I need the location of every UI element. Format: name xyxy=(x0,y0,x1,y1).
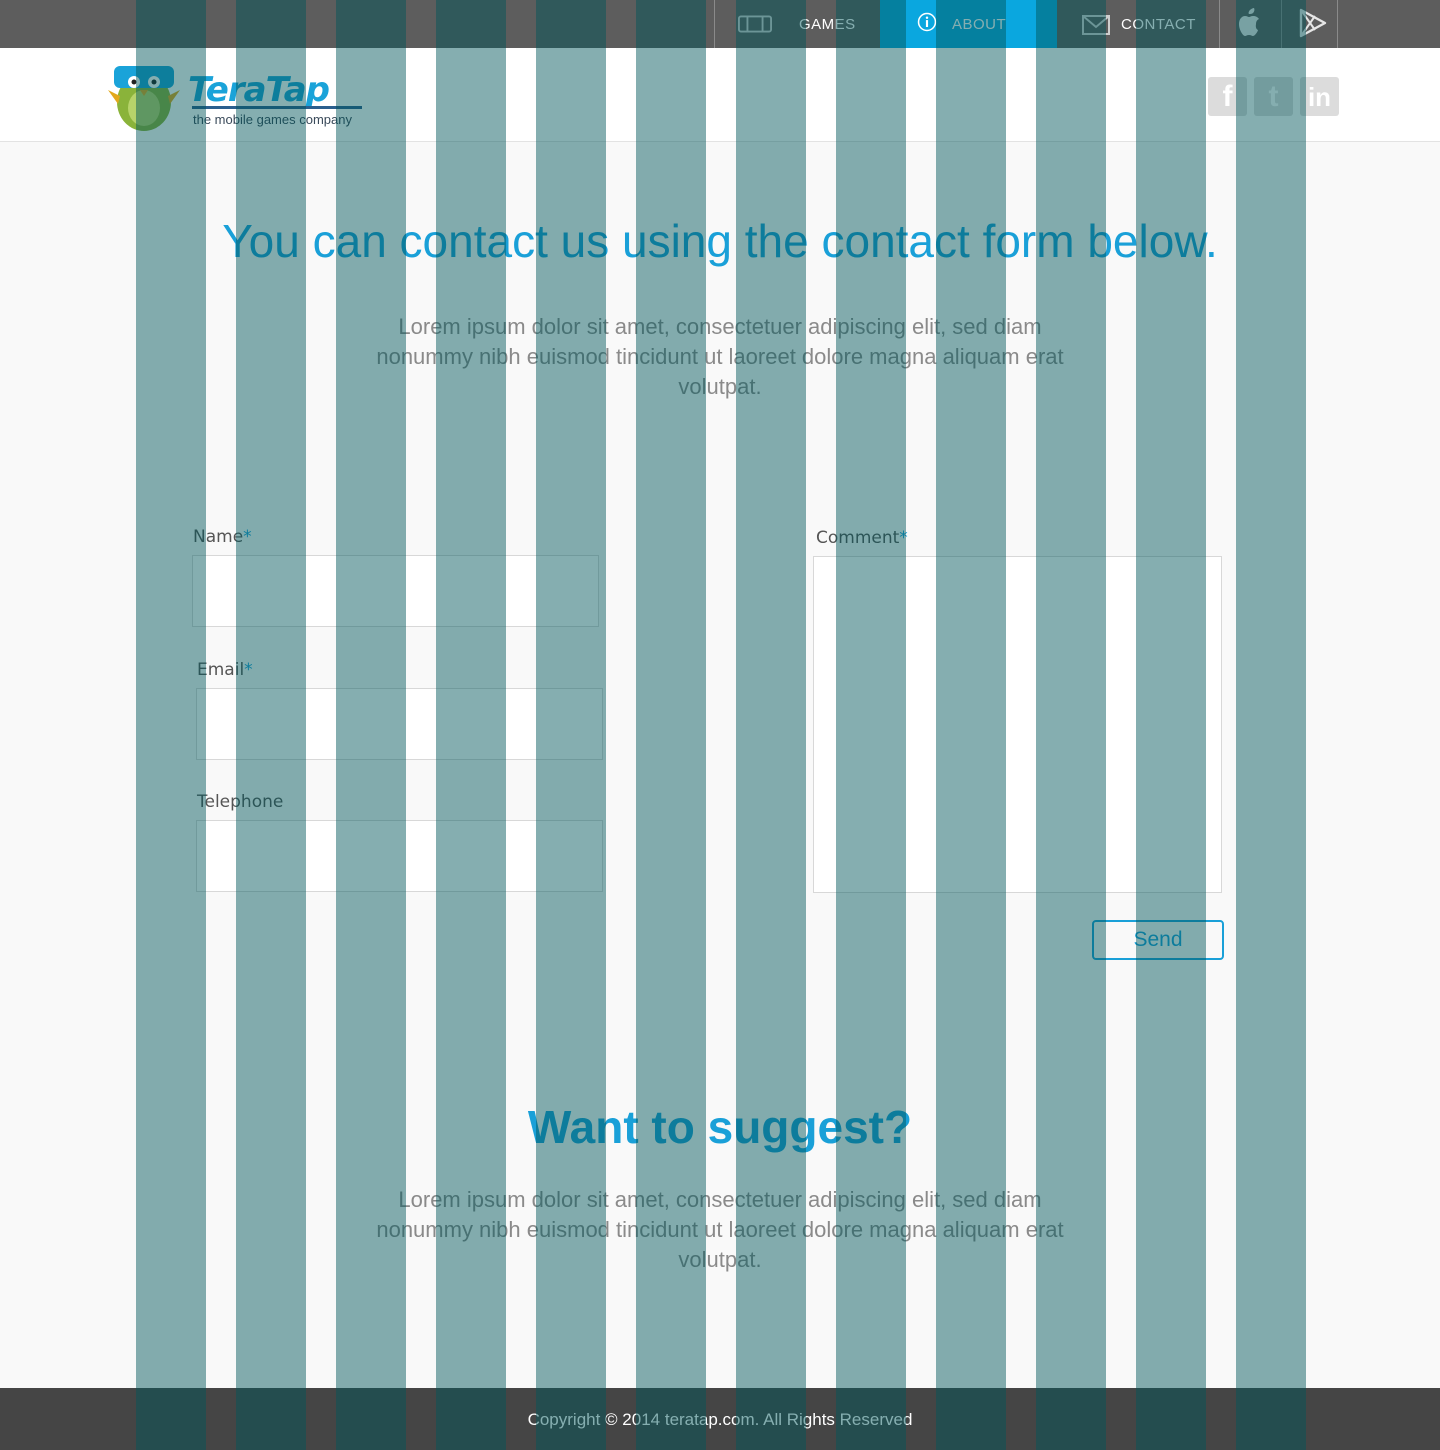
nav-separator xyxy=(1219,0,1220,48)
info-icon xyxy=(917,12,937,32)
nav-item-label: GAMES xyxy=(799,16,856,33)
telephone-label: Telephone xyxy=(197,792,284,812)
suggest-text: Lorem ipsum dolor sit amet, consectetuer… xyxy=(376,1187,1064,1272)
brand-name: TeraTap xyxy=(188,70,330,110)
brand-tagline: the mobile games company xyxy=(193,112,352,127)
linkedin-link[interactable]: in xyxy=(1300,77,1339,116)
top-nav-bar: GAMES ABOUT CONTACT xyxy=(0,0,1440,48)
twitter-link[interactable]: t xyxy=(1254,77,1293,116)
nav-item-about[interactable]: ABOUT xyxy=(880,0,1057,48)
google-play-link[interactable] xyxy=(1284,0,1340,48)
intro-text: Lorem ipsum dolor sit amet, consectetuer… xyxy=(376,314,1064,399)
facebook-link[interactable]: f xyxy=(1208,77,1247,116)
site-header: TeraTap the mobile games company f t in xyxy=(0,48,1440,142)
brand-underline xyxy=(192,106,362,109)
site-footer: Copyright © 2014 teratap.com. All Rights… xyxy=(0,1388,1440,1450)
send-button[interactable]: Send xyxy=(1092,920,1224,960)
email-label: Email* xyxy=(197,660,253,680)
suggest-title: Want to suggest? xyxy=(527,1101,913,1153)
owl-mascot-icon xyxy=(108,66,180,131)
google-play-icon xyxy=(1299,8,1327,38)
linkedin-icon: in xyxy=(1307,81,1332,112)
page-title: You can contact us using the contact for… xyxy=(222,215,1218,267)
apple-icon xyxy=(1239,8,1259,36)
name-field[interactable] xyxy=(192,555,599,627)
nav-separator xyxy=(1281,0,1282,48)
name-label: Name* xyxy=(193,527,252,547)
nav-item-contact[interactable]: CONTACT xyxy=(1057,0,1219,48)
envelope-icon xyxy=(1082,15,1110,35)
nav-item-label: ABOUT xyxy=(952,16,1007,33)
app-store-link[interactable] xyxy=(1222,0,1278,48)
telephone-field[interactable] xyxy=(196,820,603,892)
gamepad-icon xyxy=(738,15,772,33)
nav-item-games[interactable]: GAMES xyxy=(714,0,880,48)
comment-textarea[interactable] xyxy=(813,556,1222,893)
logo[interactable]: TeraTap the mobile games company xyxy=(100,56,370,136)
comment-label: Comment* xyxy=(816,528,908,548)
nav-separator xyxy=(1337,0,1338,48)
facebook-icon: f xyxy=(1222,79,1233,113)
nav-item-label: CONTACT xyxy=(1121,16,1196,33)
copyright-text: Copyright © 2014 teratap.com. All Rights… xyxy=(527,1410,913,1429)
twitter-icon: t xyxy=(1268,79,1279,113)
email-field[interactable] xyxy=(196,688,603,760)
